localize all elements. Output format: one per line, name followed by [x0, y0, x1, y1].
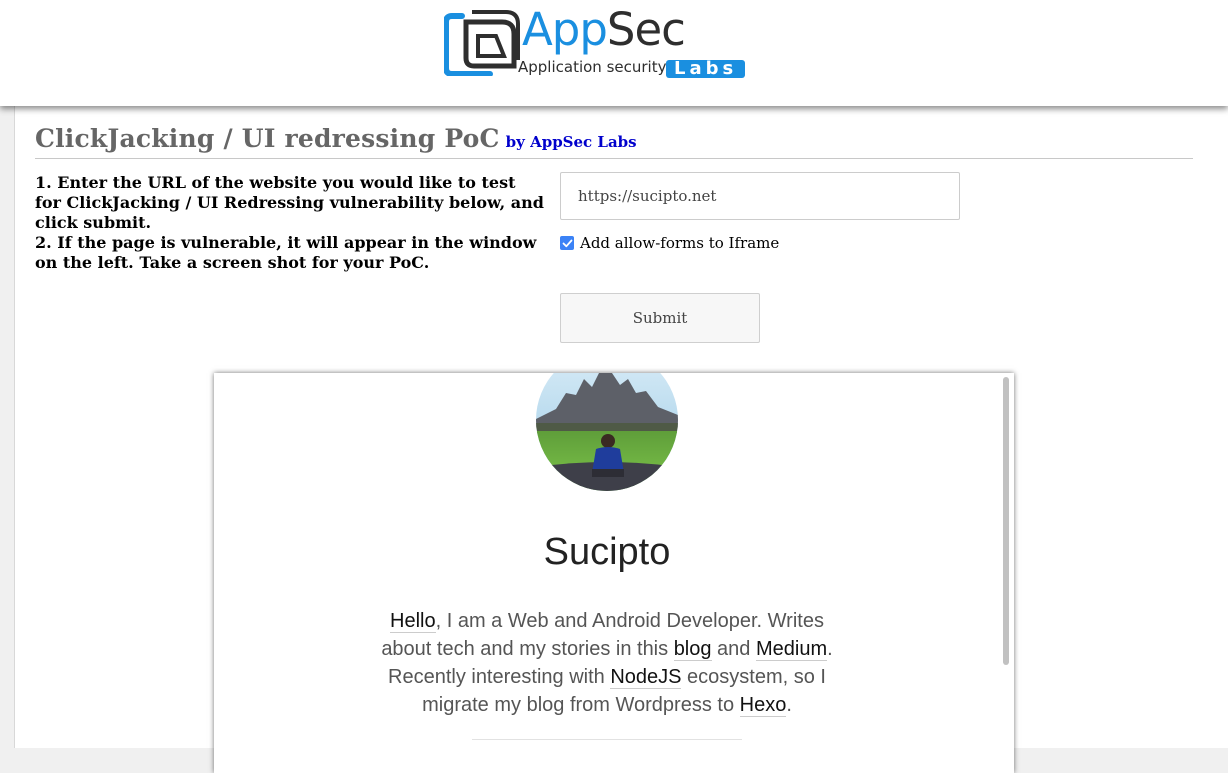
instruction-step-2: 2. If the page is vulnerable, it will ap… [35, 233, 537, 272]
bio-link-medium[interactable]: Medium [755, 638, 828, 661]
allow-forms-option[interactable]: Add allow-forms to Iframe [560, 232, 779, 254]
page-title: ClickJacking / UI redressing PoC [35, 124, 500, 153]
iframe-divider [472, 739, 742, 740]
instructions: 1. Enter the URL of the website you woul… [35, 173, 545, 273]
bio-link-hexo[interactable]: Hexo [739, 694, 787, 717]
allow-forms-label: Add allow-forms to Iframe [580, 234, 780, 252]
title-row: ClickJacking / UI redressing PoC by AppSe… [35, 124, 1193, 159]
iframe-scroll-thumb[interactable] [1003, 377, 1009, 665]
bio-text-2: and [711, 638, 756, 660]
logo-sec-text: Sec [606, 3, 686, 56]
allow-forms-checkbox[interactable] [560, 236, 574, 250]
target-iframe[interactable]: Sucipto Hello, I am a Web and Android De… [214, 373, 1014, 773]
appsec-logo-mark-icon [444, 10, 520, 76]
checkmark-icon [562, 239, 572, 247]
main-content: ClickJacking / UI redressing PoC by AppSe… [14, 106, 1228, 773]
byline-link[interactable]: by AppSec Labs [506, 133, 637, 151]
bio-link-nodejs[interactable]: NodeJS [610, 666, 682, 689]
site-bio: Hello, I am a Web and Android Developer.… [372, 607, 842, 719]
profile-avatar [536, 373, 678, 491]
url-input[interactable] [560, 172, 960, 220]
logo-labs-badge: Labs [666, 60, 746, 78]
logo-wordmark: AppSec [522, 2, 686, 58]
logo-tagline: Application security [518, 58, 667, 76]
header: AppSec Application security Labs [0, 0, 1228, 106]
avatar-photo-image [536, 373, 678, 491]
bio-text-5: . [786, 694, 792, 716]
bio-link-hello[interactable]: Hello [390, 610, 436, 633]
logo-app-text: App [522, 3, 608, 56]
site-name: Sucipto [543, 531, 671, 573]
appsec-labs-logo[interactable]: AppSec Application security Labs [444, 3, 770, 80]
bio-link-blog[interactable]: blog [673, 638, 712, 661]
submit-button[interactable]: Submit [560, 293, 760, 343]
iframe-scrollbar[interactable] [1000, 373, 1014, 773]
instruction-step-1: 1. Enter the URL of the website you woul… [35, 173, 544, 232]
